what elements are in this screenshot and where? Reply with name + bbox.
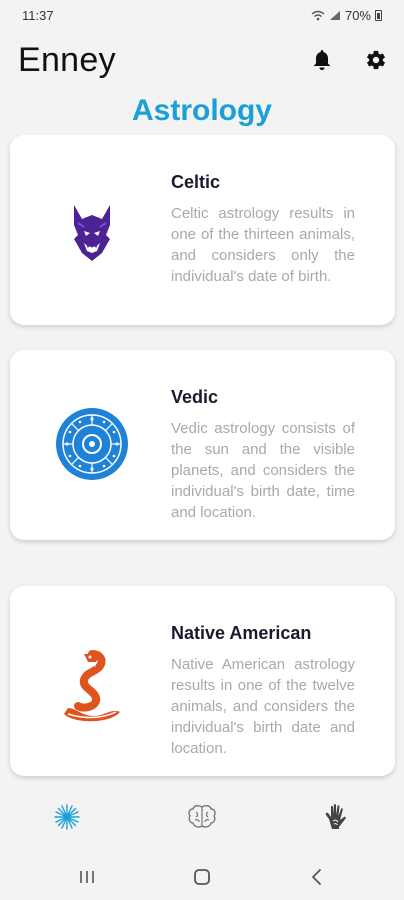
status-indicators: 70% [311,8,382,23]
wifi-icon [311,10,325,20]
back-button[interactable] [297,857,337,897]
app-screen: 11:37 70% Enney Astrology Celtic Celtic … [0,0,404,900]
nav-palmistry[interactable] [313,793,361,841]
brain-icon [188,804,216,828]
card-description: Vedic astrology consists of the sun and … [171,420,355,521]
card-title: Vedic [171,387,219,407]
astrology-card-list: Celtic Celtic astrology results in one o… [0,135,404,781]
bottom-navigation [0,781,404,853]
card-description: Native American astrology results in one… [171,656,355,757]
battery-percent: 70% [344,7,371,23]
home-button[interactable] [182,857,222,897]
nav-astrology[interactable] [43,793,91,841]
settings-button[interactable] [364,48,388,72]
zodiac-wheel-icon [56,408,128,480]
snake-icon [64,650,120,722]
app-header: Enney [0,30,404,90]
status-bar: 11:37 70% [0,0,404,30]
app-title: Enney [18,40,116,79]
back-icon [311,868,321,885]
card-title: Native American [171,623,312,643]
nav-brain[interactable] [178,793,226,841]
card-vedic[interactable]: Vedic Vedic astrology consists of the su… [10,350,395,540]
signal-icon [329,10,340,20]
home-icon [194,868,210,885]
notifications-button[interactable] [310,48,334,72]
recent-apps-button[interactable] [67,857,107,897]
wolf-icon [74,205,110,261]
system-navigation-bar [0,853,404,900]
status-time: 11:37 [22,7,54,23]
card-description: Celtic astrology results in one of the t… [171,205,355,285]
palm-icon [325,804,346,829]
bell-icon [313,50,331,70]
card-title: Celtic [171,172,221,192]
recent-apps-icon [80,870,95,883]
card-native-american[interactable]: Native American Native American astrolog… [10,586,395,776]
header-actions [310,48,388,72]
section-title: Astrology [131,94,272,127]
battery-icon [375,9,382,21]
card-celtic[interactable]: Celtic Celtic astrology results in one o… [10,135,395,325]
gear-icon [367,50,385,70]
sparkle-icon [54,804,81,830]
